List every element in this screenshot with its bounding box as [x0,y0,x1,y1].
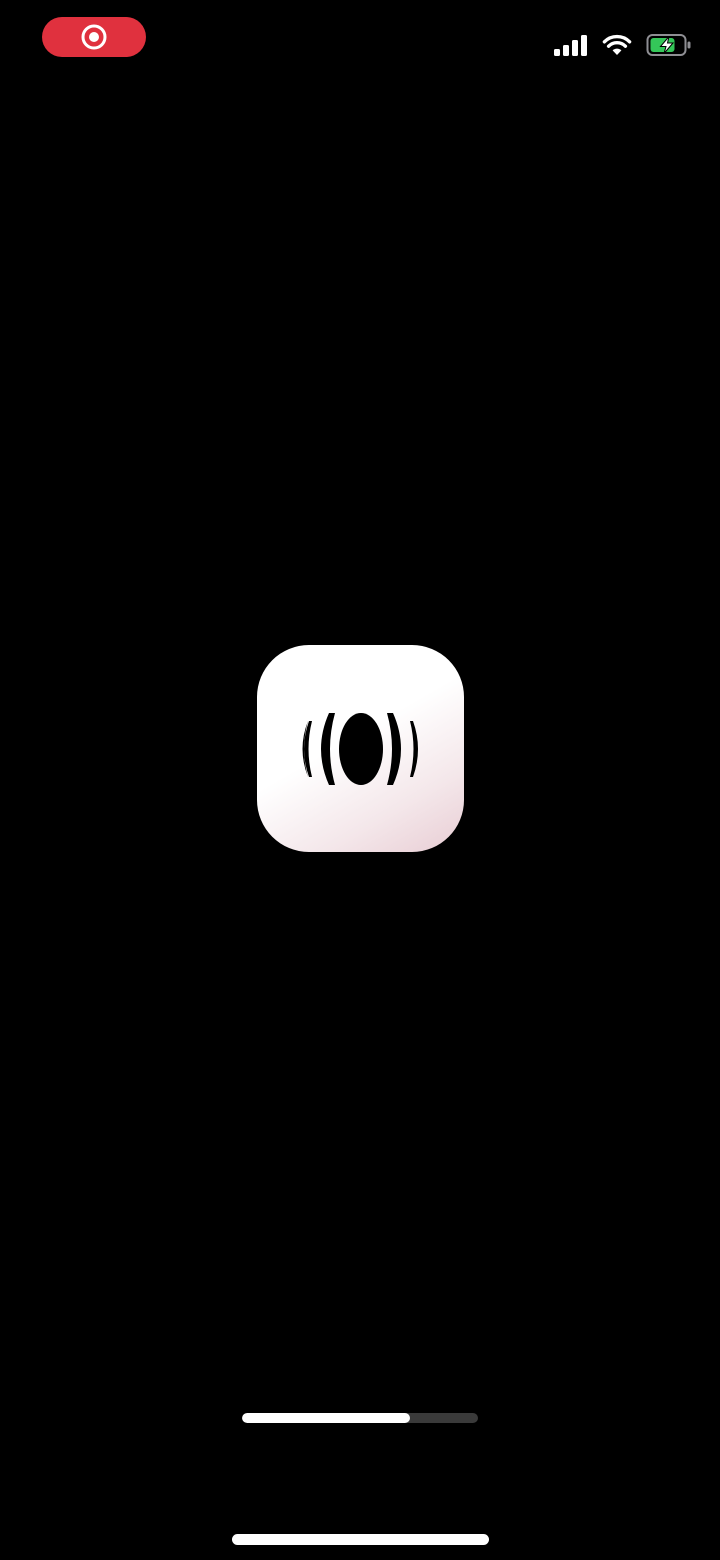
loading-progress-bar [242,1413,478,1423]
cellular-signal-icon [554,35,587,56]
wifi-icon [602,34,632,55]
loading-progress-fill [242,1413,410,1423]
status-icons [554,30,692,60]
splash-screen [0,0,720,1560]
screen-recording-indicator[interactable] [42,17,146,57]
app-icon [257,645,464,852]
battery-charging-icon [646,34,691,56]
status-bar [0,0,720,90]
screen-recording-icon [81,24,107,50]
app-logo-icon [302,712,418,785]
home-indicator[interactable] [232,1534,489,1545]
